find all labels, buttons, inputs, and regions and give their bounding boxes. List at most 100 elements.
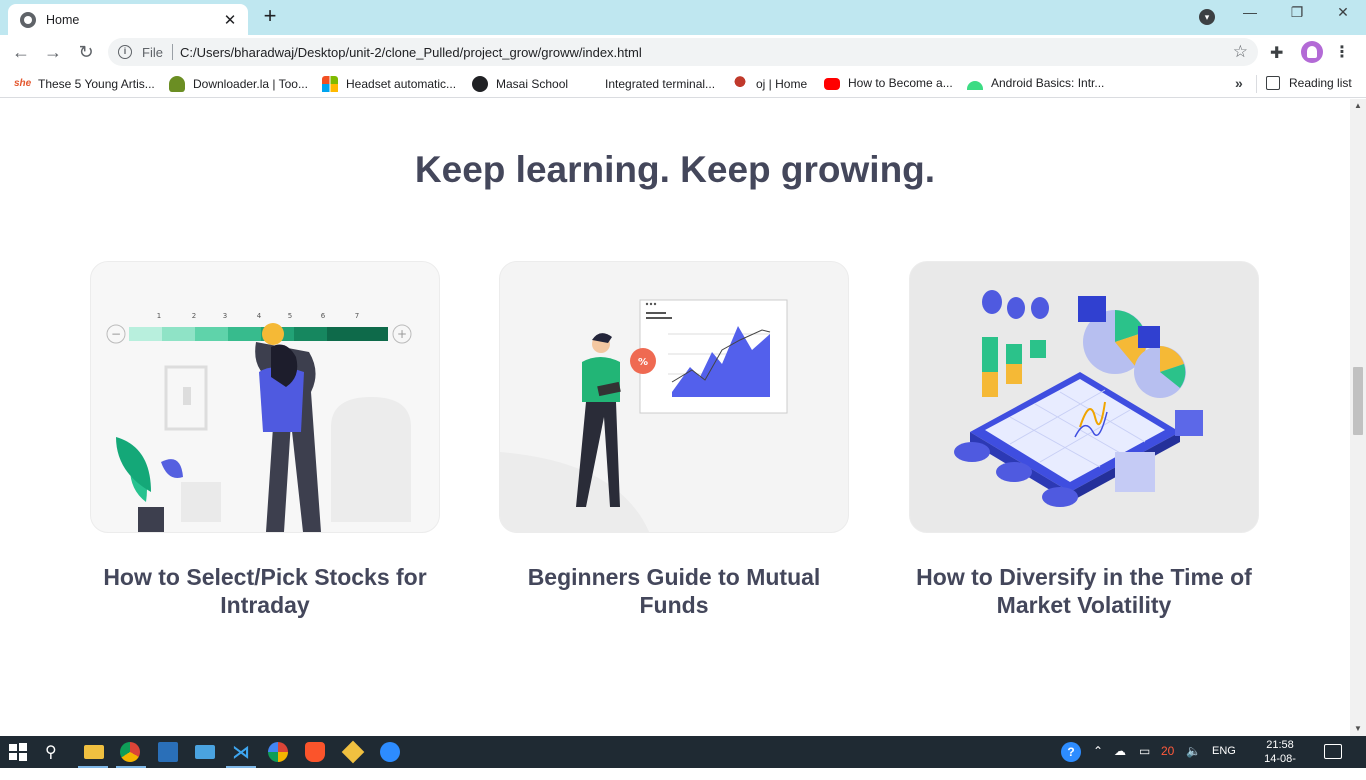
chrome-icon[interactable] [120, 742, 140, 762]
page-content: Keep learning. Keep growing. − + 1 2 3 4… [0, 99, 1350, 736]
bookmark-star-icon[interactable]: ☆ [1233, 42, 1248, 62]
taskbar-clock[interactable]: 21:58 14-08-2021 [1252, 738, 1308, 780]
window-close-button[interactable]: ✕ [1328, 4, 1358, 21]
bookmark-item[interactable]: How to Become a... [824, 76, 953, 90]
tab-home[interactable]: Home ✕ [8, 4, 248, 35]
google-drive-icon[interactable] [268, 742, 288, 762]
scale-tick: 6 [321, 312, 326, 320]
photos-icon[interactable] [158, 742, 178, 762]
battery-icon[interactable]: ▭ [1139, 744, 1150, 758]
globe-icon [472, 76, 488, 92]
bookmark-item[interactable]: Downloader.la | Too... [169, 76, 308, 92]
reload-icon[interactable]: ↻ [74, 40, 98, 64]
bookmark-item[interactable]: Integrated terminal... [581, 76, 715, 92]
globe-icon [20, 11, 36, 28]
profile-avatar[interactable] [1301, 41, 1323, 63]
git-icon[interactable] [341, 740, 365, 764]
svg-text:−: − [111, 327, 121, 341]
article-image-stocks[interactable]: − + 1 2 3 4 5 6 7 [90, 261, 440, 533]
android-icon [967, 80, 983, 90]
temperature-readout[interactable]: 20 [1161, 744, 1174, 758]
reading-list-icon [1266, 76, 1280, 90]
help-icon[interactable]: ? [1061, 742, 1081, 762]
reading-list-button[interactable]: Reading list [1266, 76, 1352, 90]
article-card-mutual-funds[interactable]: % Beginners Guide to Mutual Funds [499, 261, 849, 619]
scale-tick: 3 [223, 312, 227, 320]
bookmark-label: Android Basics: Intr... [991, 76, 1105, 90]
bookmark-label: How to Become a... [848, 76, 953, 90]
scale-tick: 7 [355, 312, 359, 320]
back-icon[interactable]: ← [9, 40, 33, 64]
info-icon[interactable]: i [118, 45, 132, 59]
minimize-button[interactable]: — [1235, 4, 1265, 20]
article-title[interactable]: Beginners Guide to Mutual Funds [499, 563, 849, 619]
extensions-icon[interactable]: ✚ [1270, 43, 1283, 63]
zoom-icon[interactable] [380, 742, 400, 762]
windows-taskbar: ⚲ ⋊ ? ⌃ ☁ ▭ 20 🔈 ENG 21:58 14-08-2021 [0, 736, 1366, 779]
scale-tick: 4 [257, 312, 262, 320]
tab-search-icon[interactable]: ▾ [1199, 9, 1215, 25]
chrome-menu-icon[interactable]: ⋮ [1334, 42, 1350, 62]
show-hidden-icons[interactable]: ⌃ [1093, 744, 1103, 758]
clock-time: 21:58 [1266, 739, 1294, 751]
bookmark-label: These 5 Young Artis... [38, 77, 155, 91]
bookmark-label: Downloader.la | Too... [193, 77, 308, 91]
file-explorer-icon[interactable] [84, 745, 104, 759]
vscode-icon[interactable]: ⋊ [231, 742, 251, 762]
bookmark-label: Headset automatic... [346, 77, 457, 91]
bookmarks-divider [1256, 75, 1257, 93]
page-headline: Keep learning. Keep growing. [414, 149, 936, 190]
reading-list-label: Reading list [1289, 76, 1352, 90]
downloader-icon [169, 76, 185, 92]
mail-icon[interactable] [195, 745, 215, 759]
bookmark-item[interactable]: Headset automatic... [322, 76, 456, 92]
bookmark-item[interactable]: Android Basics: Intr... [967, 76, 1104, 90]
article-card-diversify[interactable]: How to Diversify in the Time of Market V… [909, 261, 1259, 619]
illustration-scale: 1 2 3 4 5 6 7 [157, 312, 359, 320]
address-divider [172, 44, 173, 60]
scroll-up-icon[interactable]: ▲ [1350, 99, 1366, 113]
article-image-diversify[interactable] [909, 261, 1259, 533]
article-title[interactable]: How to Select/Pick Stocks for Intraday [90, 563, 440, 619]
article-card-stocks[interactable]: − + 1 2 3 4 5 6 7 How to Select/Pick Sto… [90, 261, 440, 619]
bookmark-label: Masai School [496, 77, 569, 91]
article-title[interactable]: How to Diversify in the Time of Market V… [909, 563, 1259, 619]
windows-start-icon[interactable] [8, 742, 28, 762]
bookmark-label: oj | Home [756, 77, 808, 91]
mutual-funds-illustration: % [500, 299, 788, 532]
tab-close-icon[interactable]: ✕ [222, 11, 238, 29]
address-url[interactable]: C:/Users/bharadwaj/Desktop/unit-2/clone_… [180, 45, 642, 60]
volume-icon[interactable]: 🔈 [1186, 744, 1201, 758]
scale-tick: 1 [157, 312, 161, 320]
new-tab-button[interactable]: + [258, 5, 282, 29]
page-scrollbar[interactable]: ▲ ▼ [1350, 99, 1366, 736]
browser-toolbar: ← → ↻ i File C:/Users/bharadwaj/Desktop/… [0, 35, 1366, 69]
address-scheme: File [142, 45, 163, 60]
notifications-icon[interactable] [1324, 744, 1342, 759]
bookmarks-bar: she These 5 Young Artis... Downloader.la… [0, 69, 1366, 98]
blank-icon [581, 76, 597, 92]
forward-icon[interactable]: → [41, 40, 65, 64]
she-icon: she [14, 78, 32, 89]
bookmark-item[interactable]: she These 5 Young Artis... [14, 76, 155, 92]
brave-icon[interactable] [305, 742, 325, 762]
diversify-illustration [954, 290, 1203, 507]
article-image-mutual-funds[interactable]: % [499, 261, 849, 533]
restore-button[interactable]: ❐ [1282, 4, 1312, 21]
onedrive-icon[interactable]: ☁ [1114, 744, 1126, 758]
youtube-icon [824, 78, 840, 90]
bookmark-item[interactable]: oj | Home [732, 76, 807, 92]
language-indicator[interactable]: ENG [1212, 745, 1236, 757]
address-bar[interactable]: i File C:/Users/bharadwaj/Desktop/unit-2… [108, 38, 1258, 66]
svg-text:%: % [638, 357, 648, 368]
search-icon[interactable]: ⚲ [45, 742, 65, 762]
scroll-down-icon[interactable]: ▼ [1350, 722, 1366, 736]
scrollbar-thumb[interactable] [1353, 367, 1363, 435]
tab-title: Home [46, 12, 80, 27]
scale-tick: 5 [288, 312, 292, 320]
more-bookmarks-icon[interactable]: » [1235, 75, 1243, 91]
bookmark-label: Integrated terminal... [605, 77, 716, 91]
scale-tick: 2 [192, 312, 196, 320]
stocks-illustration: − + 1 2 3 4 5 6 7 [106, 312, 412, 532]
bookmark-item[interactable]: Masai School [472, 76, 568, 92]
